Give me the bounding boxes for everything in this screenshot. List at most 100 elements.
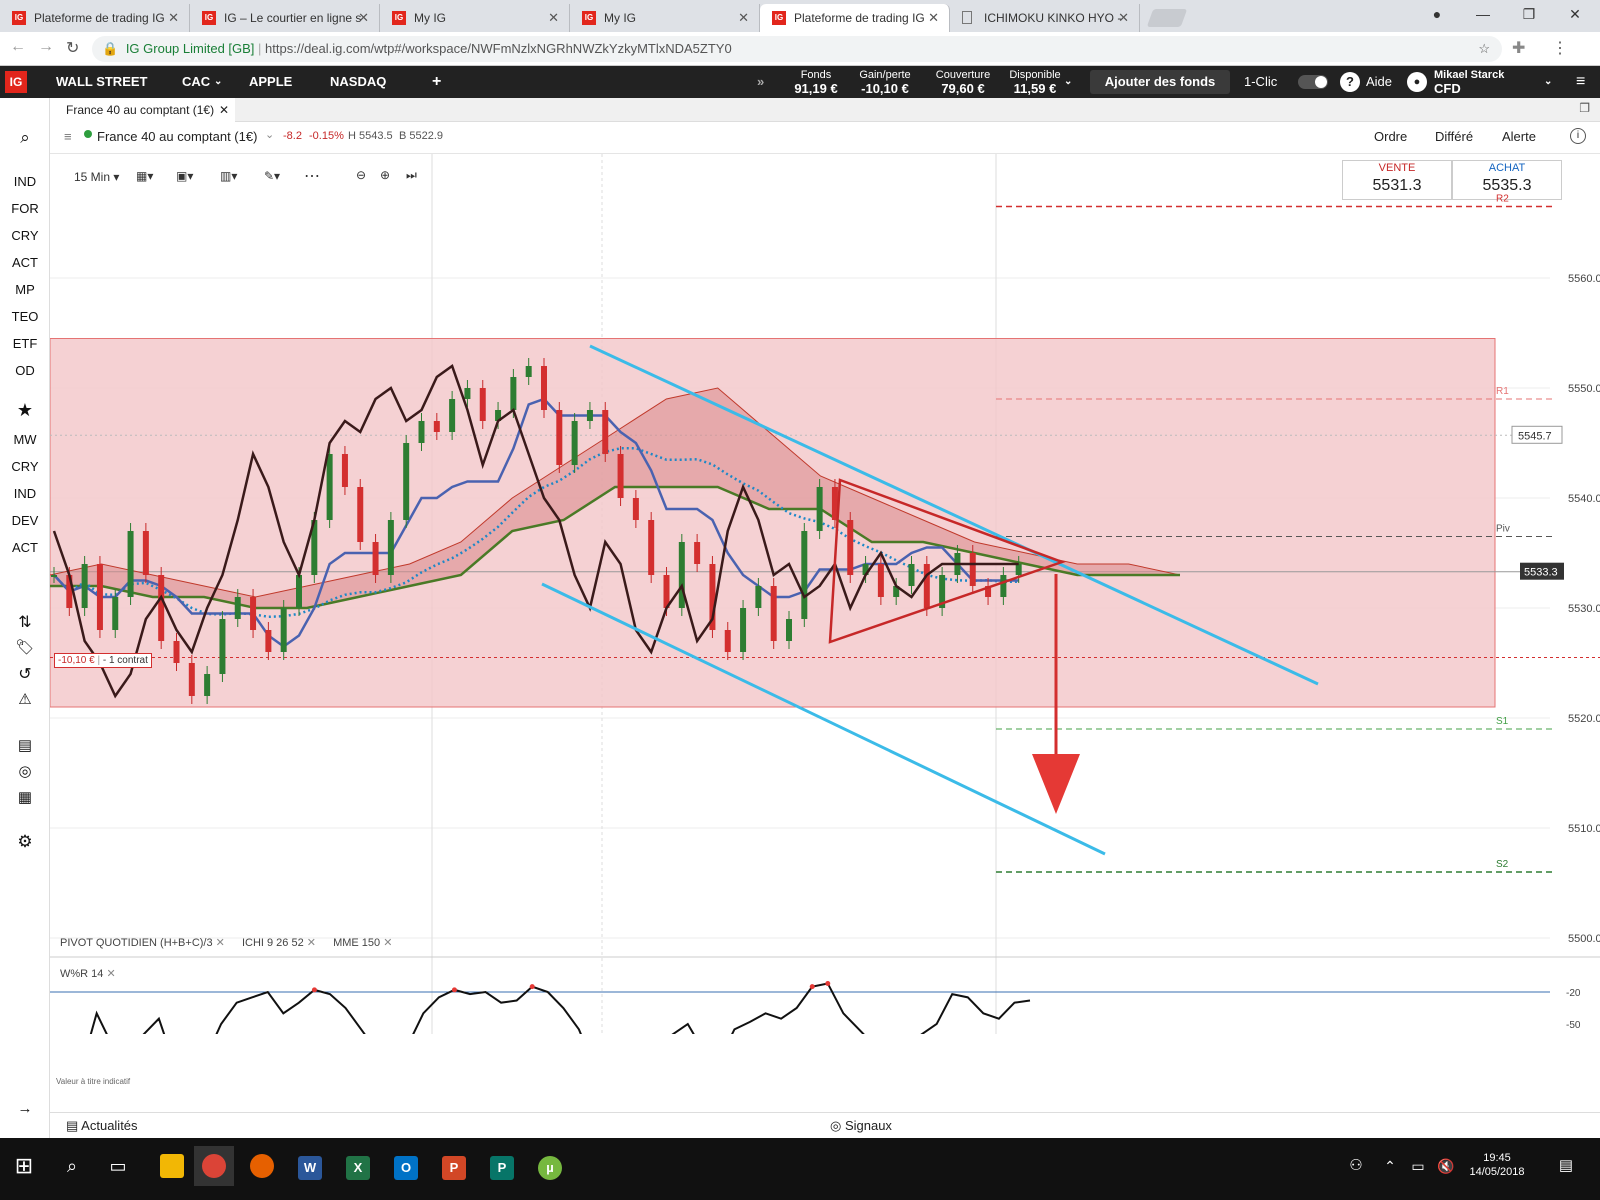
close-icon[interactable]: ✕ (358, 4, 369, 32)
instrument-name[interactable]: France 40 au comptant (1€) (97, 129, 257, 144)
close-icon[interactable]: ✕ (219, 98, 229, 122)
close-icon[interactable]: ✕ (1118, 4, 1129, 32)
history-icon[interactable]: ↺ (0, 664, 50, 684)
close-icon[interactable]: ✕ (383, 937, 392, 949)
sidebar-item-cry[interactable]: CRY (0, 228, 50, 243)
sidebar-item-cry-2[interactable]: CRY (0, 459, 50, 474)
outlook-icon[interactable]: O (386, 1146, 426, 1186)
signal-icon[interactable]: ◎ (0, 762, 50, 780)
expand-arrow-icon[interactable]: → (0, 1100, 50, 1117)
star-icon[interactable]: ★ (0, 400, 50, 421)
close-icon[interactable]: ✕ (548, 4, 559, 32)
add-funds-button[interactable]: Ajouter des fonds (1090, 70, 1230, 94)
close-icon[interactable]: ✕ (106, 968, 115, 980)
browser-tab[interactable]: IG IG – Le courtier en ligne s ✕ (190, 4, 380, 32)
reload-icon[interactable]: ↻ (66, 38, 79, 58)
alert-button[interactable]: Alerte (1502, 129, 1536, 144)
back-icon[interactable]: ← (10, 38, 26, 56)
chevron-down-icon[interactable]: ⌄ (1064, 66, 1072, 98)
sidebar-item-od[interactable]: OD (0, 363, 50, 378)
market-tab-nasdaq[interactable]: NASDAQ (330, 66, 386, 98)
news-tab[interactable]: ▤ Actualités (66, 1118, 138, 1134)
one-click-toggle[interactable] (1298, 75, 1328, 89)
maximize-icon[interactable]: ❐ (1506, 0, 1552, 28)
chevron-down-icon[interactable]: ⌄ (214, 66, 222, 98)
minimize-icon[interactable]: — (1460, 0, 1506, 28)
sidebar-item-ind[interactable]: IND (0, 174, 50, 189)
close-icon[interactable]: ✕ (216, 937, 225, 949)
windows-start-icon[interactable]: ⊞ (4, 1146, 44, 1186)
file-explorer-icon[interactable] (152, 1146, 192, 1186)
extension-icon[interactable]: ✚ (1512, 38, 1525, 58)
deferred-button[interactable]: Différé (1435, 129, 1473, 144)
browser-tab-active[interactable]: IG Plateforme de trading IG ✕ (760, 4, 950, 32)
indicator-ema[interactable]: MME 150 (333, 937, 380, 949)
info-icon[interactable]: i (1570, 128, 1586, 144)
oscillator-label[interactable]: W%R 14 (60, 968, 103, 980)
add-market-button[interactable]: + (432, 66, 441, 98)
tag-icon[interactable]: 🏷 (0, 638, 50, 656)
workspace-tab[interactable]: France 40 au comptant (1€) ✕ (50, 98, 235, 122)
help-icon[interactable]: ? (1340, 72, 1360, 92)
chevron-down-icon[interactable]: ⌄ (1544, 66, 1552, 98)
forward-icon[interactable]: → (38, 38, 54, 56)
sidebar-item-for[interactable]: FOR (0, 201, 50, 216)
calendar-icon[interactable]: ▦ (0, 788, 50, 806)
search-icon[interactable]: ⌕ (52, 1146, 92, 1186)
menu-dots-icon[interactable]: ⋮ (1552, 38, 1568, 58)
signals-tab[interactable]: ◎ Signaux (830, 1118, 892, 1134)
hamburger-menu-icon[interactable]: ≡ (1576, 66, 1585, 98)
sidebar-item-mw[interactable]: MW (0, 432, 50, 447)
sidebar-item-dev[interactable]: DEV (0, 513, 50, 528)
firefox-icon[interactable] (242, 1146, 282, 1186)
close-icon[interactable]: ✕ (928, 4, 939, 32)
market-tab-wall-street[interactable]: WALL STREET (56, 66, 147, 98)
order-button[interactable]: Ordre (1374, 129, 1407, 144)
sidebar-item-teo[interactable]: TEO (0, 309, 50, 324)
browser-tab[interactable]: ICHIMOKU KINKO HYO - ✕ (950, 4, 1140, 32)
alert-icon[interactable]: ⚠ (0, 690, 50, 708)
bookmark-star-icon[interactable]: ☆ (1478, 36, 1490, 62)
powerpoint-icon[interactable]: P (434, 1146, 474, 1186)
volume-mute-icon[interactable]: 🔇 (1426, 1146, 1466, 1186)
browser-tab[interactable]: IG My IG ✕ (570, 4, 760, 32)
sidebar-item-act-2[interactable]: ACT (0, 540, 50, 555)
close-icon[interactable]: ✕ (738, 4, 749, 32)
news-icon[interactable]: ▤ (0, 736, 50, 754)
close-icon[interactable]: ✕ (168, 4, 179, 32)
market-tab-apple[interactable]: APPLE (249, 66, 292, 98)
word-icon[interactable]: W (290, 1146, 330, 1186)
settings-gear-icon[interactable]: ⚙ (0, 832, 50, 852)
url-field[interactable]: 🔒 IG Group Limited [GB] | https://deal.i… (92, 36, 1502, 62)
sidebar-item-ind-2[interactable]: IND (0, 486, 50, 501)
clock[interactable]: 19:45 14/05/2018 (1462, 1146, 1532, 1186)
profile-icon[interactable]: ● (1414, 0, 1460, 28)
chevron-down-icon[interactable]: ⌄ (265, 128, 274, 141)
user-menu[interactable]: Mikael Starck CFD (1434, 69, 1504, 95)
double-chevron-icon[interactable]: » (757, 66, 764, 98)
search-icon[interactable]: ⌕ (0, 128, 50, 148)
close-window-icon[interactable]: ✕ (1552, 0, 1598, 28)
sidebar-item-act[interactable]: ACT (0, 255, 50, 270)
indicator-pivot[interactable]: PIVOT QUOTIDIEN (H+B+C)/3 (60, 937, 213, 949)
notifications-icon[interactable]: ▤ (1546, 1146, 1586, 1186)
transfer-icon[interactable]: ⇅ (0, 612, 50, 632)
hamburger-icon[interactable]: ≡ (64, 129, 72, 144)
help-link[interactable]: Aide (1366, 66, 1392, 98)
browser-tab[interactable]: IG My IG ✕ (380, 4, 570, 32)
new-tab-button[interactable] (1146, 9, 1188, 27)
sidebar-item-etf[interactable]: ETF (0, 336, 50, 351)
excel-icon[interactable]: X (338, 1146, 378, 1186)
popout-icon[interactable]: ❐ (1579, 101, 1590, 115)
market-tab-cac[interactable]: CAC (182, 66, 210, 98)
indicator-ichimoku[interactable]: ICHI 9 26 52 (242, 937, 304, 949)
price-chart[interactable]: 5560.0 5550.0 5540.0 5530.0 5520.0 5510.0 5500… (50, 154, 1600, 1034)
task-view-icon[interactable]: ▭ (98, 1146, 138, 1186)
utorrent-icon[interactable]: µ (530, 1146, 570, 1186)
position-label[interactable]: -10,10 € | - 1 contrat (54, 653, 152, 668)
browser-tab[interactable]: IG Plateforme de trading IG ✕ (0, 4, 190, 32)
publisher-icon[interactable]: P (482, 1146, 522, 1186)
chrome-icon[interactable] (194, 1146, 234, 1186)
sidebar-item-mp[interactable]: MP (0, 282, 50, 297)
close-icon[interactable]: ✕ (307, 937, 316, 949)
